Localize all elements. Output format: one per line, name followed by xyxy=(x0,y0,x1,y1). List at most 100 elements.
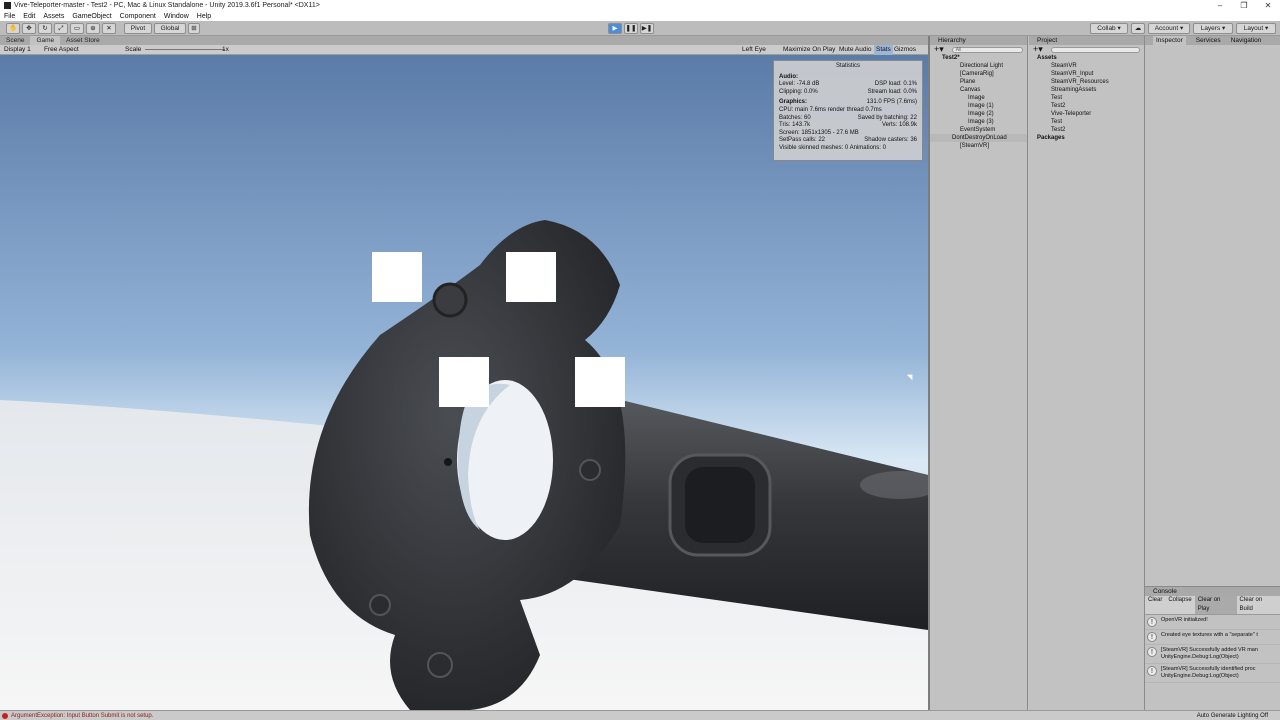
stats-shadow: Shadow casters: 36 xyxy=(864,137,917,144)
info-icon: ! xyxy=(1147,617,1157,627)
project-scene-file[interactable]: Test xyxy=(1029,118,1144,126)
console-clear-on-build-toggle[interactable]: Clear on Build xyxy=(1237,596,1280,614)
grid-snap-icon[interactable]: ⊞ xyxy=(188,23,200,34)
console-entry[interactable]: ! Created eye textures with a "separate"… xyxy=(1145,630,1280,645)
menu-file[interactable]: File xyxy=(4,13,15,20)
scale-tool-icon[interactable]: ⤢ xyxy=(54,23,68,34)
project-folder[interactable]: StreamingAssets xyxy=(1029,86,1144,94)
console-collapse-button[interactable]: Collapse xyxy=(1165,596,1194,614)
hierarchy-search-input[interactable]: All xyxy=(951,46,1023,53)
layout-dropdown[interactable]: Layout ▾ xyxy=(1236,23,1276,34)
tab-services[interactable]: Services xyxy=(1196,36,1221,45)
project-folder[interactable]: Test2 xyxy=(1029,102,1144,110)
project-folder[interactable]: SteamVR_Resources xyxy=(1029,78,1144,86)
rect-tool-icon[interactable]: ▭ xyxy=(70,23,84,34)
minimize-button[interactable]: – xyxy=(1208,0,1232,11)
layers-dropdown[interactable]: Layers ▾ xyxy=(1193,23,1233,34)
tab-console[interactable]: Console xyxy=(1153,587,1177,596)
hierarchy-scene-root[interactable]: Test2* xyxy=(930,54,1027,62)
hierarchy-item[interactable]: Plane xyxy=(930,78,1027,86)
hierarchy-item[interactable]: [CameraRig] xyxy=(930,70,1027,78)
console-clear-button[interactable]: Clear xyxy=(1145,596,1165,614)
hierarchy-tree: Test2* Directional Light [CameraRig] Pla… xyxy=(930,54,1027,150)
step-button[interactable]: ▶❚ xyxy=(640,23,654,34)
menu-edit[interactable]: Edit xyxy=(23,13,35,20)
stats-cpu: CPU: main 7.6ms render thread 0.7ms xyxy=(779,106,882,113)
statistics-overlay: Statistics Audio: Level: -74.8 dB DSP loa… xyxy=(773,60,923,161)
hierarchy-item[interactable]: EventSystem xyxy=(930,126,1027,134)
rotate-tool-icon[interactable]: ↻ xyxy=(38,23,52,34)
pause-button[interactable]: ❚❚ xyxy=(624,23,638,34)
eye-dropdown[interactable]: Left Eye xyxy=(742,45,766,55)
console-tab-bar: Console xyxy=(1145,587,1280,596)
info-icon: ! xyxy=(1147,632,1157,642)
tab-navigation[interactable]: Navigation xyxy=(1231,36,1262,45)
cloud-icon[interactable]: ☁ xyxy=(1131,23,1145,34)
ui-image-square xyxy=(575,357,625,407)
restore-button[interactable]: ❐ xyxy=(1232,0,1256,11)
hierarchy-item[interactable]: Canvas xyxy=(930,86,1027,94)
stats-level: Level: -74.8 dB xyxy=(779,81,820,88)
stats-setpass: SetPass calls: 22 xyxy=(779,137,826,144)
project-folder[interactable]: Test xyxy=(1029,94,1144,102)
menu-help[interactable]: Help xyxy=(197,13,211,20)
gizmos-dropdown[interactable]: Gizmos xyxy=(894,45,916,55)
tab-game[interactable]: Game xyxy=(30,36,61,45)
play-button[interactable]: ▶ xyxy=(608,23,622,34)
console-entry-text: [SteamVR] Successfully identified proc xyxy=(1161,666,1256,672)
account-dropdown[interactable]: Account ▾ xyxy=(1148,23,1190,34)
transform-tool-icon[interactable]: ⊕ xyxy=(86,23,100,34)
hierarchy-item[interactable]: Image (1) xyxy=(930,102,1027,110)
mute-audio-toggle[interactable]: Mute Audio xyxy=(839,45,872,55)
ui-image-square xyxy=(372,252,422,302)
console-clear-on-play-toggle[interactable]: Clear on Play xyxy=(1194,596,1237,614)
stats-toggle[interactable]: Stats xyxy=(874,45,893,55)
status-error-message[interactable]: ArgumentException: Input Button Submit i… xyxy=(11,711,153,720)
hand-tool-icon[interactable]: ✋ xyxy=(6,23,20,34)
hierarchy-item[interactable]: Directional Light xyxy=(930,62,1027,70)
menu-assets[interactable]: Assets xyxy=(43,13,64,20)
menu-gameobject[interactable]: GameObject xyxy=(72,13,111,20)
scale-value: 1x xyxy=(222,46,229,53)
console-entry[interactable]: ! [SteamVR] Successfully identified proc… xyxy=(1145,664,1280,683)
tab-inspector[interactable]: Inspector xyxy=(1153,36,1186,45)
pivot-toggle[interactable]: Pivot xyxy=(124,23,152,34)
project-folder[interactable]: SteamVR_Input xyxy=(1029,70,1144,78)
global-toggle[interactable]: Global xyxy=(154,23,186,34)
info-icon: ! xyxy=(1147,647,1157,657)
tab-scene[interactable]: Scene xyxy=(0,36,30,45)
console-entry-text: [SteamVR] Successfully added VR man xyxy=(1161,647,1258,653)
hierarchy-item[interactable]: Image xyxy=(930,94,1027,102)
project-tree: Assets SteamVR SteamVR_Input SteamVR_Res… xyxy=(1029,54,1144,142)
close-button[interactable]: ✕ xyxy=(1256,0,1280,11)
menu-component[interactable]: Component xyxy=(120,13,156,20)
ui-image-square xyxy=(506,252,556,302)
aspect-dropdown[interactable]: Free Aspect xyxy=(44,45,79,55)
hierarchy-item[interactable]: Image (3) xyxy=(930,118,1027,126)
stats-fps: 131.0 FPS (7.6ms) xyxy=(866,99,917,106)
display-dropdown[interactable]: Display 1 xyxy=(4,45,31,55)
info-icon: ! xyxy=(1147,666,1157,676)
tab-asset-store[interactable]: Asset Store xyxy=(60,36,106,45)
collab-button[interactable]: Collab ▾ xyxy=(1090,23,1128,34)
project-folder[interactable]: SteamVR xyxy=(1029,62,1144,70)
folder-packages[interactable]: Packages xyxy=(1029,134,1144,142)
inspector-panel: Inspector Services Navigation xyxy=(1145,36,1280,584)
project-folder[interactable]: Vive-Teleporter xyxy=(1029,110,1144,118)
console-entry[interactable]: ! [SteamVR] Successfully added VR man Uni… xyxy=(1145,645,1280,664)
console-entry[interactable]: ! OpenVR initialized! xyxy=(1145,615,1280,630)
project-scene-file[interactable]: Test2 xyxy=(1029,126,1144,134)
menu-window[interactable]: Window xyxy=(164,13,189,20)
stats-tris: Tris: 143.7k xyxy=(779,122,811,129)
scale-slider[interactable] xyxy=(145,49,225,50)
move-tool-icon[interactable]: ✥ xyxy=(22,23,36,34)
hierarchy-item[interactable]: Image (2) xyxy=(930,110,1027,118)
custom-tool-icon[interactable]: ✕ xyxy=(102,23,116,34)
maximize-on-play-toggle[interactable]: Maximize On Play xyxy=(783,45,835,55)
project-search-input[interactable] xyxy=(1050,46,1140,53)
stats-clipping: Clipping: 0.0% xyxy=(779,88,818,95)
stats-graphics-header: Graphics: xyxy=(779,99,808,106)
hierarchy-scene-root[interactable]: DontDestroyOnLoad xyxy=(930,134,1027,142)
folder-assets[interactable]: Assets xyxy=(1029,54,1144,62)
hierarchy-item[interactable]: [SteamVR] xyxy=(930,142,1027,150)
